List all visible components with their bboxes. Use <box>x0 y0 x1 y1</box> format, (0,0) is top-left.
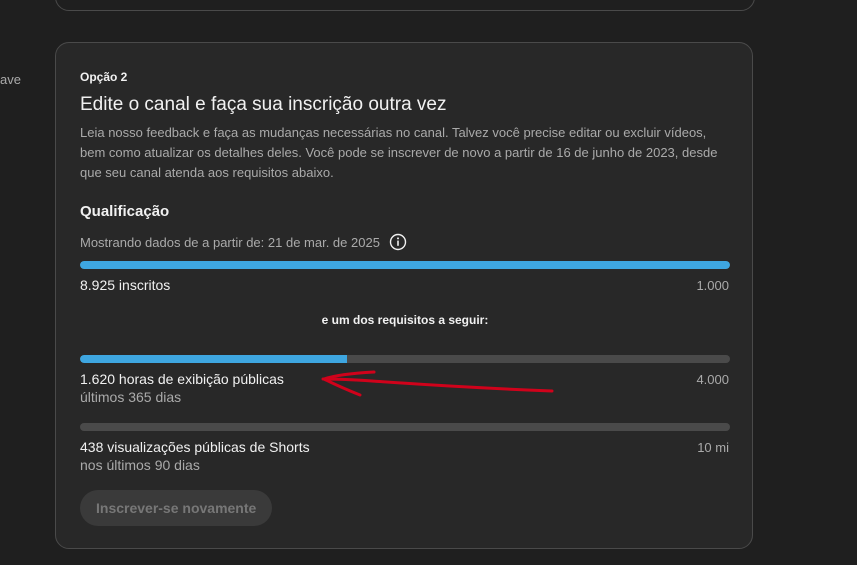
qualification-title: Qualificação <box>80 203 170 220</box>
option-title: Edite o canal e faça sua inscrição outra… <box>80 94 447 115</box>
watch-hours-target: 4.000 <box>696 372 729 387</box>
info-icon[interactable] <box>389 233 407 251</box>
watch-hours-progress-fill <box>80 355 347 363</box>
shorts-views-target: 10 mi <box>697 440 729 455</box>
shorts-views-label: 438 visualizações públicas de Shorts <box>80 439 310 455</box>
resubscribe-button[interactable]: Inscrever-se novamente <box>80 490 273 526</box>
requirement-note: e um dos requisitos a seguir: <box>321 313 489 327</box>
option-label: Opção 2 <box>80 70 128 84</box>
subscribers-target: 1.000 <box>696 278 729 293</box>
subscribers-progress-bar <box>80 261 730 269</box>
watch-hours-progress-bar <box>80 355 730 363</box>
option-card: Opção 2 Edite o canal e faça sua inscriç… <box>55 42 753 549</box>
shorts-views-progress-bar <box>80 423 730 431</box>
subscribers-progress-fill <box>80 261 730 269</box>
sidebar-text-fragment: ave <box>0 72 21 87</box>
data-date-row: Mostrando dados de a partir de: 21 de ma… <box>80 233 407 251</box>
subscribers-label: 8.925 inscritos <box>80 277 171 293</box>
watch-hours-label: 1.620 horas de exibição públicas <box>80 371 284 387</box>
shorts-views-period: nos últimos 90 dias <box>80 457 200 473</box>
previous-option-card <box>55 0 755 11</box>
option-description: Leia nosso feedback e faça as mudanças n… <box>80 125 718 180</box>
data-date-text: Mostrando dados de a partir de: 21 de ma… <box>80 234 380 250</box>
watch-hours-period: últimos 365 dias <box>80 389 182 405</box>
